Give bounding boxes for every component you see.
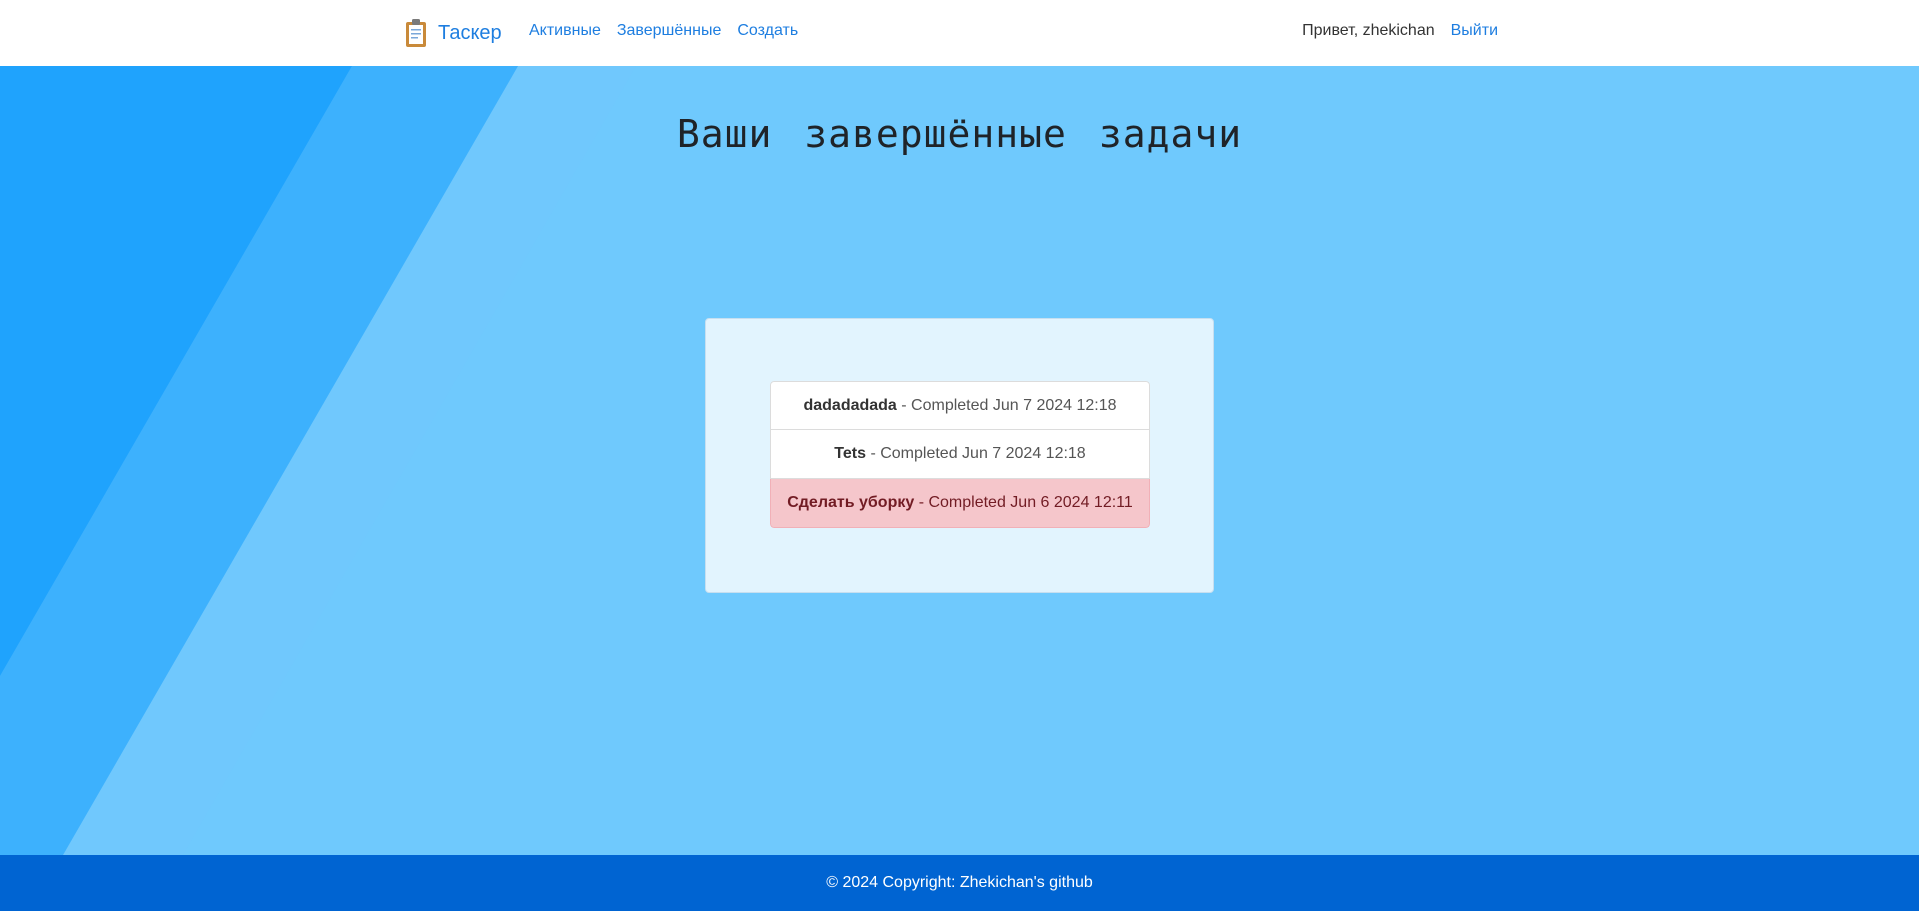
task-item[interactable]: Tets - Completed Jun 7 2024 12:18 xyxy=(770,430,1150,479)
page-title: Ваши завершённые задачи xyxy=(676,112,1243,156)
footer: © 2024 Copyright: Zhekichan's github xyxy=(0,855,1919,911)
brand-name: Таскер xyxy=(438,21,502,44)
logout-link[interactable]: Выйти xyxy=(1451,22,1498,40)
nav-links: Активные Завершённые Создать xyxy=(529,22,798,40)
task-item[interactable]: dadadadada - Completed Jun 7 2024 12:18 xyxy=(770,381,1150,430)
navbar: Таскер Активные Завершённые Создать Прив… xyxy=(0,0,1919,66)
clipboard-icon xyxy=(406,19,426,47)
user-greeting: Привет, zhekichan xyxy=(1302,22,1435,39)
nav-link-completed[interactable]: Завершённые xyxy=(617,22,721,40)
user-area: Привет, zhekichan Выйти xyxy=(1302,22,1498,40)
task-name: dadadadada xyxy=(803,396,897,414)
task-separator: - xyxy=(866,445,881,462)
task-status: Completed Jun 6 2024 12:11 xyxy=(928,494,1133,511)
brand-link[interactable]: Таскер xyxy=(404,18,502,48)
task-name: Tets xyxy=(834,445,866,462)
task-status: Completed Jun 7 2024 12:18 xyxy=(880,445,1086,462)
task-name: Сделать уборку xyxy=(787,494,915,511)
task-list: dadadadada - Completed Jun 7 2024 12:18 … xyxy=(770,381,1150,528)
nav-link-active[interactable]: Активные xyxy=(529,22,601,40)
footer-copyright: © 2024 Copyright: Zhekichan's github xyxy=(826,874,1093,891)
task-separator: - xyxy=(914,494,929,511)
task-status: Completed Jun 7 2024 12:18 xyxy=(911,396,1117,414)
completed-tasks-card: dadadadada - Completed Jun 7 2024 12:18 … xyxy=(705,318,1214,593)
task-item-highlighted[interactable]: Сделать уборку - Completed Jun 6 2024 12… xyxy=(770,479,1150,528)
nav-link-create[interactable]: Создать xyxy=(737,22,798,40)
task-separator: - xyxy=(896,396,912,414)
